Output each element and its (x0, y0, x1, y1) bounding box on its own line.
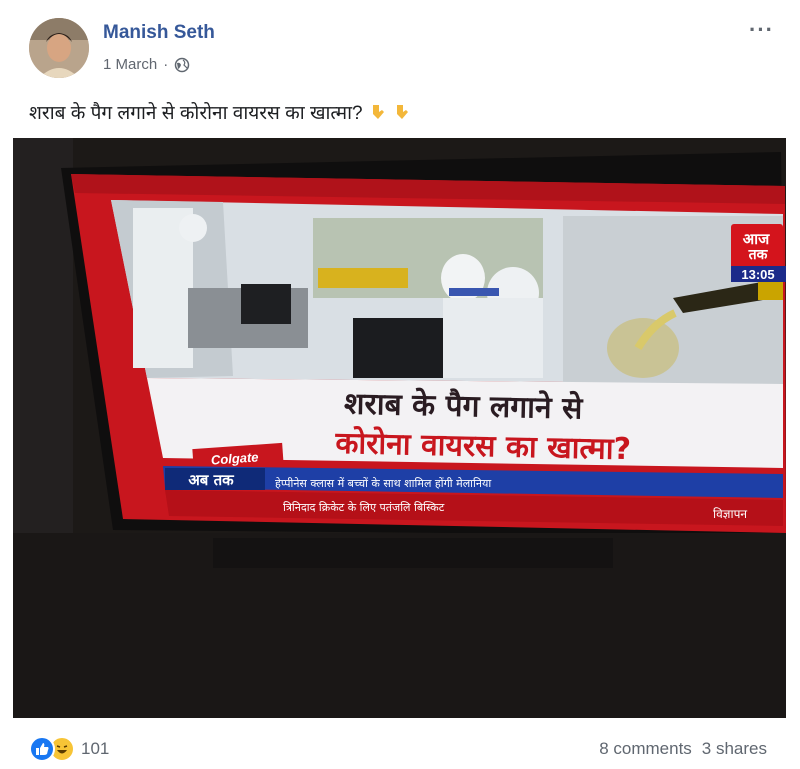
reaction-count: 101 (81, 739, 110, 758)
tv-headline-2: कोरोना वायरस का खात्मा? (334, 425, 631, 467)
facebook-post: Manish Seth 1 March · ··· शराब के पैग लग… (0, 0, 800, 769)
post-caption: शराब के पैग लगाने से कोरोना वायरस का खात… (29, 99, 411, 125)
channel-logo-2: तक (748, 246, 769, 262)
avatar[interactable] (29, 18, 89, 78)
author-name[interactable]: Manish Seth (103, 22, 215, 44)
engagement-stats: 8 comments 3 shares (599, 739, 767, 759)
ticker-text: हेप्पीनेस क्लास में बच्चों के साथ शामिल … (275, 477, 491, 490)
meta-separator: · (163, 56, 169, 73)
caption-text: शराब के पैग लगाने से कोरोना वायरस का खात… (29, 103, 363, 124)
post-meta: 1 March · (103, 56, 190, 73)
more-options-icon[interactable]: ··· (749, 19, 774, 41)
pointing-down-icon (393, 103, 411, 121)
post-date[interactable]: 1 March (103, 56, 157, 73)
shares-link[interactable]: 3 shares (702, 739, 767, 759)
ad-ticker: त्रिनिदाद क्रिकेट के लिए पतंजलि बिस्किट (283, 501, 445, 514)
pointing-down-icon (369, 103, 387, 121)
globe-icon[interactable] (174, 57, 190, 73)
ticker-label: अब तक (188, 471, 235, 489)
tv-clock: 13:05 (741, 267, 774, 282)
comments-link[interactable]: 8 comments (599, 739, 692, 759)
reactions-summary[interactable]: 101 (29, 736, 109, 762)
like-icon (29, 736, 55, 762)
post-photo[interactable]: आज तक 13:05 शराब के पैग लगाने से कोरोना … (13, 138, 786, 718)
tv-headline-1: शराब के पैग लगाने से (344, 386, 585, 427)
ad-label: विज्ञापन (713, 507, 747, 521)
